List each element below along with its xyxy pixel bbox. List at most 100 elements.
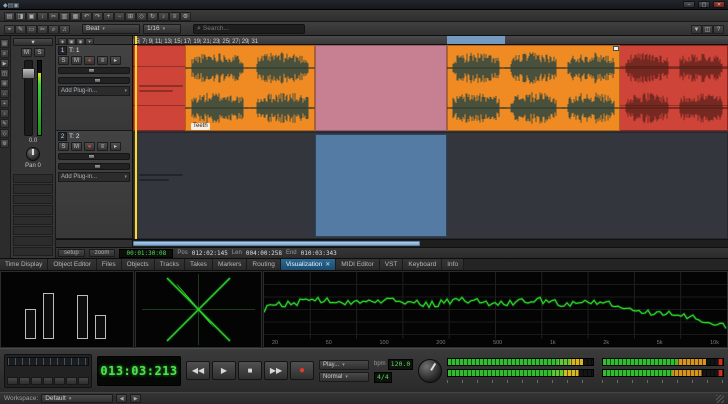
object-handle[interactable] [613, 46, 619, 51]
audition-tool-icon[interactable]: ♫ [59, 25, 70, 34]
new-project-icon[interactable]: ▤ [4, 12, 15, 21]
audio-clip-red[interactable]: Teeth [133, 45, 728, 131]
settings-icon[interactable]: ⚙ [0, 139, 9, 148]
workspace-next-button[interactable]: ▶ [130, 394, 141, 403]
visualizer-icon[interactable]: ◫ [0, 69, 9, 78]
monitor-icon[interactable]: ◉ [76, 38, 85, 45]
mute-button[interactable]: M [71, 142, 82, 151]
open-project-icon[interactable]: ◨ [15, 12, 26, 21]
tab-midi-editor[interactable]: MIDI Editor [336, 259, 380, 270]
range-tool-icon[interactable]: ▭ [26, 25, 37, 34]
tab-vst[interactable]: VST [380, 259, 404, 270]
object-tool-icon[interactable]: ⌖ [4, 25, 15, 34]
tab-object-editor[interactable]: Object Editor [48, 259, 97, 270]
audio-object-overlap[interactable] [315, 45, 447, 131]
locator-button[interactable] [7, 377, 18, 385]
cut-icon[interactable]: ✂ [48, 12, 59, 21]
audio-clip-blue[interactable] [315, 134, 447, 237]
monitor-volume-knob[interactable] [418, 359, 442, 383]
fx-button[interactable]: ≡ [97, 56, 108, 65]
track-manager-icon[interactable]: ◈ [58, 38, 67, 45]
workspace-prev-button[interactable]: ◀ [116, 394, 127, 403]
track-2-lane[interactable] [133, 132, 728, 239]
transport-icon[interactable]: ▶ [0, 59, 9, 68]
track-1-lane[interactable]: Teeth [133, 45, 728, 131]
metronome-icon[interactable]: ♪ [158, 12, 169, 21]
undo-icon[interactable]: ↶ [81, 12, 92, 21]
volume-fader[interactable] [24, 60, 33, 136]
track-volume-slider[interactable] [58, 153, 130, 160]
automation-icon[interactable]: ✎ [0, 119, 9, 128]
pan-knob[interactable] [26, 147, 40, 161]
mixer-solo-button[interactable]: S [34, 48, 45, 57]
track-2-header[interactable]: 2 T: 2 S M ● ≡ ▸ Add Plu [56, 131, 132, 239]
locator-button[interactable] [66, 377, 77, 385]
solo-button[interactable]: S [58, 56, 69, 65]
redo-icon[interactable]: ↷ [92, 12, 103, 21]
rewind-button[interactable]: ◀◀ [186, 361, 210, 380]
zoom-tool-icon[interactable]: ⌕ [48, 25, 59, 34]
snap-mode-dropdown[interactable]: Beat▾ [82, 24, 140, 34]
tab-keyboard[interactable]: Keyboard [403, 259, 442, 270]
help-icon[interactable]: ? [713, 25, 724, 34]
audio-object-selected[interactable] [185, 45, 315, 131]
tab-files[interactable]: Files [97, 259, 122, 270]
record-button[interactable]: ● [290, 361, 314, 380]
close-button[interactable]: ✕ [713, 1, 725, 8]
save-icon[interactable]: ▣ [26, 12, 37, 21]
marker-icon[interactable]: ▼ [691, 25, 702, 34]
arrangement-area[interactable]: Teeth [133, 45, 728, 239]
scrollbar-thumb[interactable] [133, 241, 420, 246]
split-tool-icon[interactable]: ✂ [37, 25, 48, 34]
mute-button[interactable]: M [71, 56, 82, 65]
maximize-button[interactable]: ▢ [698, 1, 710, 8]
locator-button[interactable] [54, 377, 65, 385]
locator-button[interactable] [43, 377, 54, 385]
monitor-button[interactable]: ▸ [110, 56, 121, 65]
timeline-ruler[interactable]: 5791113151719212325272931 [133, 36, 728, 44]
record-mode-dropdown[interactable]: Normal▾ [319, 372, 369, 382]
mini-ruler[interactable] [7, 357, 89, 366]
scrollbar-track[interactable] [133, 240, 728, 247]
locator-button[interactable] [78, 377, 89, 385]
close-icon[interactable]: ✕ [325, 261, 330, 268]
tab-routing[interactable]: Routing [247, 259, 280, 270]
lock-icon[interactable]: ▣ [67, 38, 76, 45]
midi-icon[interactable]: ♪ [0, 109, 9, 118]
marker-icon[interactable]: ◇ [0, 129, 9, 138]
tab-objects[interactable]: Objects [122, 259, 155, 270]
forward-button[interactable]: ▶▶ [264, 361, 288, 380]
time-signature[interactable]: 4/4 [374, 372, 392, 383]
tab-visualization[interactable]: Visualization ✕ [281, 259, 336, 270]
stop-button[interactable]: ■ [238, 361, 262, 380]
paste-icon[interactable]: ▦ [70, 12, 81, 21]
tab-time-display[interactable]: Time Display [0, 259, 48, 270]
loop-icon[interactable]: ↻ [147, 12, 158, 21]
bpm-value[interactable]: 120.0 [388, 359, 414, 370]
zoom-out-icon[interactable]: − [114, 12, 125, 21]
play-button[interactable]: ▶ [212, 361, 236, 380]
draw-tool-icon[interactable]: ✎ [15, 25, 26, 34]
collapse-icon[interactable]: ▾ [85, 38, 94, 45]
mixer-mute-button[interactable]: M [21, 48, 32, 57]
track-1-header[interactable]: 1 T: 1 S M ● ≡ ▸ Add Plu [56, 45, 132, 131]
monitor-button[interactable]: ▸ [110, 142, 121, 151]
zoom-in-icon[interactable]: + [103, 12, 114, 21]
fx-button[interactable]: ≡ [97, 142, 108, 151]
setup-button[interactable]: setup [58, 249, 85, 257]
track-name[interactable]: T: 2 [69, 133, 130, 140]
settings-icon[interactable]: ⚙ [180, 12, 191, 21]
audio-object-tail[interactable] [620, 45, 728, 131]
playhead[interactable] [135, 45, 137, 239]
play-mode-dropdown[interactable]: Play...▾ [319, 360, 369, 370]
track-volume-slider[interactable] [58, 67, 130, 74]
track-pan-slider[interactable] [58, 77, 130, 84]
add-plugin-dropdown[interactable]: Add Plug-in... ▾ [58, 86, 130, 96]
resize-grip[interactable] [716, 395, 724, 403]
track-name[interactable]: T: 1 [69, 47, 130, 54]
record-arm-button[interactable]: ● [84, 56, 95, 65]
manager-icon[interactable]: ⊞ [0, 79, 9, 88]
copy-icon[interactable]: ▥ [59, 12, 70, 21]
snap-icon[interactable]: ◇ [136, 12, 147, 21]
track-pan-slider[interactable] [58, 163, 130, 170]
